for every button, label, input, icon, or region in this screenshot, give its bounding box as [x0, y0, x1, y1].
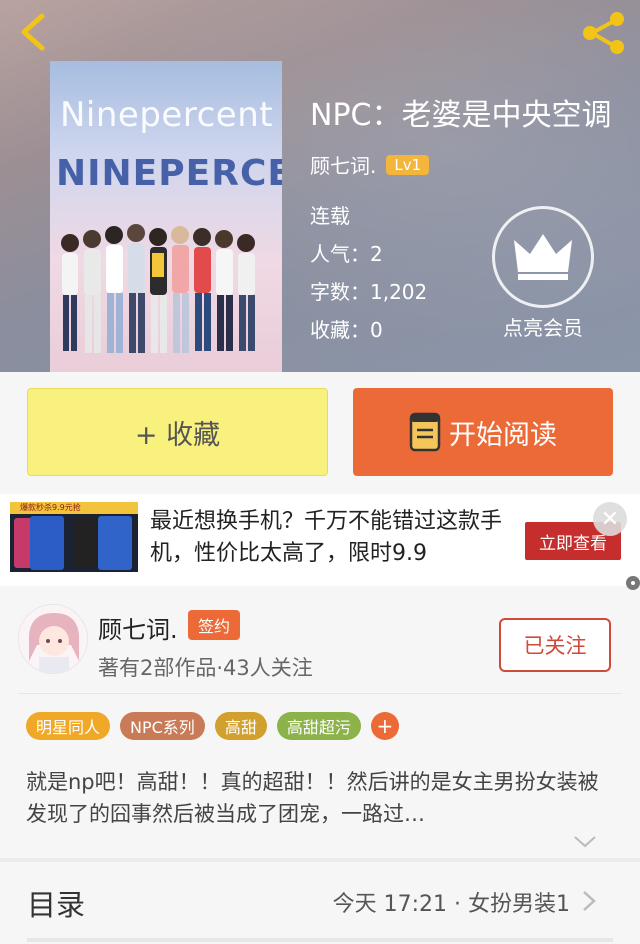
- share-button[interactable]: [580, 10, 628, 56]
- back-arrow-icon: [21, 13, 45, 51]
- book-icon: [409, 412, 441, 452]
- book-title: NPC：老婆是中央空调: [310, 98, 612, 133]
- add-to-favorites-button[interactable]: + 收藏: [27, 388, 328, 476]
- book-favorites: 收藏：0: [310, 318, 383, 342]
- table-of-contents-row[interactable]: 目录 今天 17:21 · 女扮男装1: [0, 862, 640, 940]
- divider: [18, 693, 622, 694]
- level-badge: Lv1: [386, 154, 430, 175]
- author-name[interactable]: 顾七词.: [98, 610, 178, 645]
- cover-title-light: Ninepercent: [60, 95, 274, 135]
- book-author-line: 顾七词. Lv1: [310, 150, 430, 179]
- back-button[interactable]: [14, 10, 54, 54]
- toc-title: 目录: [27, 888, 86, 922]
- start-reading-button[interactable]: 开始阅读: [353, 388, 613, 476]
- follow-button[interactable]: 已关注: [499, 618, 611, 672]
- signed-badge: 签约: [188, 610, 241, 640]
- author-stats: 著有2部作品·43人关注: [98, 656, 313, 680]
- book-author-name[interactable]: 顾七词.: [310, 150, 376, 179]
- bottom-divider: [27, 938, 613, 942]
- chevron-down-icon[interactable]: [573, 834, 597, 850]
- tag-list: 明星同人 NPC系列 高甜 高甜超污 +: [26, 712, 399, 740]
- book-popularity: 人气：2: [310, 242, 383, 266]
- tag-item[interactable]: NPC系列: [120, 712, 205, 740]
- ad-thumbnail: 爆款秒杀9.9元抢: [10, 502, 138, 572]
- chevron-right-icon: [583, 891, 596, 911]
- book-description: 就是np吧！高甜！！真的超甜！！然后讲的是女主男扮女装被发现了的囧事然后被当成了…: [26, 770, 599, 826]
- crown-icon: [514, 234, 572, 280]
- author-section: 顾七词. 签约 著有2部作品·43人关注 已关注 明星同人 NPC系列 高甜 高…: [0, 590, 640, 944]
- author-avatar[interactable]: [18, 604, 88, 674]
- vip-membership-button[interactable]: 点亮会员: [492, 206, 594, 341]
- cover-illustration: [61, 224, 255, 353]
- book-status: 连载: [310, 204, 350, 228]
- add-tag-button[interactable]: +: [370, 712, 399, 740]
- tag-item[interactable]: 明星同人: [26, 712, 111, 740]
- avatar-image: [19, 605, 87, 673]
- share-icon: [583, 12, 624, 54]
- tag-item[interactable]: 高甜: [214, 712, 267, 740]
- book-cover[interactable]: Ninepercent NINEPERCENT: [50, 61, 282, 372]
- start-reading-label: 开始阅读: [449, 419, 557, 451]
- ad-info-icon[interactable]: [626, 576, 640, 590]
- add-to-favorites-label: + 收藏: [134, 419, 221, 451]
- ad-phone-image: [14, 516, 132, 570]
- ad-text: 最近想换手机？千万不能错过这款手机，性价比太高了，限时9.9: [150, 509, 503, 566]
- book-word-count: 字数：1,202: [310, 280, 428, 304]
- tag-item[interactable]: 高甜超污: [276, 712, 361, 740]
- vip-circle: [492, 206, 594, 308]
- latest-chapter: 今天 17:21 · 女扮男装1: [332, 892, 570, 917]
- ad-close-icon[interactable]: ✕: [593, 502, 627, 536]
- vip-label: 点亮会员: [503, 316, 583, 340]
